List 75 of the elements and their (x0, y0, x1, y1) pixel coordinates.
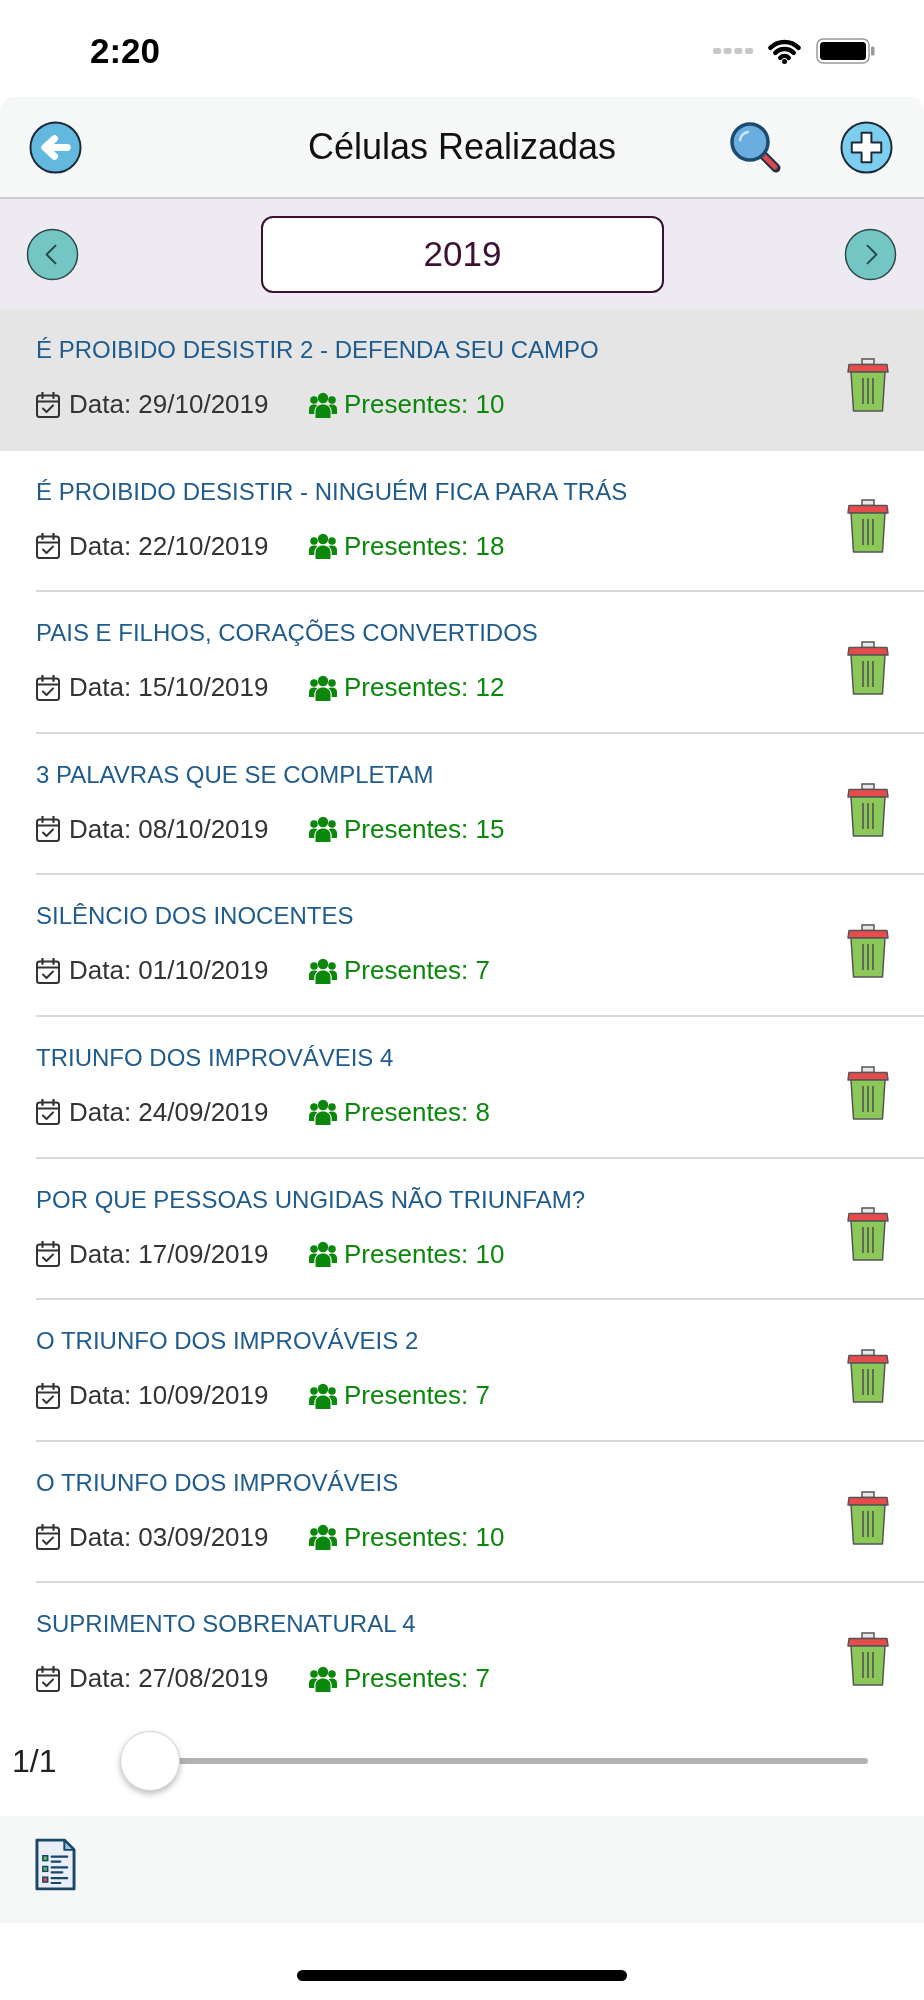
calendar-check-icon (36, 1524, 60, 1551)
search-icon[interactable] (728, 120, 782, 174)
people-icon (309, 674, 337, 701)
attendance-count: Presentes: 10 (344, 389, 505, 420)
attendance-count: Presentes: 7 (344, 955, 490, 987)
people-icon (309, 1241, 337, 1268)
meeting-title: É PROIBIDO DESISTIR 2 - DEFENDA SEU CAMPO (36, 335, 599, 364)
calendar-check-icon (36, 1382, 60, 1409)
meeting-date: Data: 29/10/2019 (69, 389, 269, 420)
add-icon[interactable] (840, 120, 893, 174)
trash-icon[interactable] (847, 1632, 889, 1687)
clock-time: 2:20 (90, 33, 161, 68)
meeting-date: Data: 03/09/2019 (69, 1521, 269, 1553)
trash-icon[interactable] (847, 924, 889, 979)
meeting-date: Data: 10/09/2019 (69, 1380, 269, 1412)
meeting-date: Data: 01/10/2019 (69, 955, 269, 987)
trash-icon[interactable] (847, 1490, 889, 1545)
people-icon (309, 1524, 337, 1551)
document-list-icon[interactable] (35, 1837, 76, 1891)
people-icon (309, 1099, 337, 1126)
attendance-count: Presentes: 18 (344, 530, 505, 562)
signal-icon (713, 47, 753, 54)
attendance-count: Presentes: 7 (344, 1663, 490, 1695)
calendar-check-icon (36, 957, 60, 984)
meeting-date: Data: 22/10/2019 (69, 530, 269, 562)
attendance-count: Presentes: 12 (344, 672, 505, 704)
meeting-date: Data: 08/10/2019 (69, 813, 269, 845)
people-icon (309, 1382, 337, 1409)
left-chevron-icon[interactable] (26, 227, 79, 281)
calendar-check-icon (36, 674, 60, 701)
calendar-check-icon (36, 391, 60, 418)
people-icon (309, 391, 337, 418)
attendance-count: Presentes: 15 (344, 813, 505, 845)
calendar-check-icon (36, 816, 60, 843)
meeting-title: 3 PALAVRAS QUE SE COMPLETAM (36, 759, 434, 789)
meeting-date: Data: 15/10/2019 (69, 672, 269, 704)
battery-icon (816, 37, 875, 64)
trash-icon[interactable] (847, 1207, 889, 1262)
trash-icon[interactable] (847, 1348, 889, 1403)
trash-icon[interactable] (847, 357, 889, 412)
people-icon (309, 957, 337, 984)
year-selector[interactable]: 2019 (261, 215, 664, 293)
people-icon (309, 816, 337, 843)
calendar-check-icon (36, 1099, 60, 1126)
meeting-title: PAIS E FILHOS, CORAÇÕES CONVERTIDOS (36, 618, 538, 648)
people-icon (309, 1665, 337, 1692)
attendance-count: Presentes: 8 (344, 1096, 490, 1128)
slider-thumb[interactable] (120, 1731, 181, 1792)
meeting-title: O TRIUNFO DOS IMPROVÁVEIS (36, 1467, 399, 1497)
attendance-count: Presentes: 7 (344, 1380, 490, 1412)
meeting-title: O TRIUNFO DOS IMPROVÁVEIS 2 (36, 1326, 419, 1356)
wifi-icon (767, 37, 802, 64)
page-counter: 1/1 (12, 1745, 57, 1778)
calendar-check-icon (36, 1241, 60, 1268)
meeting-title: TRIUNFO DOS IMPROVÁVEIS 4 (36, 1042, 394, 1072)
slider-track[interactable] (120, 1731, 869, 1792)
meeting-title: POR QUE PESSOAS UNGIDAS NÃO TRIUNFAM? (36, 1184, 585, 1214)
attendance-count: Presentes: 10 (344, 1238, 505, 1270)
page-title: Células Realizadas (307, 126, 617, 168)
calendar-check-icon (36, 533, 60, 560)
list-row[interactable]: É PROIBIDO DESISTIR 2 - DEFENDA SEU CAMPO Data: 29/10/2019 Presentes: 10 (0, 309, 924, 451)
meeting-title: SILÊNCIO DOS INOCENTES (36, 901, 354, 931)
calendar-check-icon (36, 1665, 60, 1692)
trash-icon[interactable] (847, 641, 889, 695)
meeting-date: Data: 24/09/2019 (69, 1096, 269, 1128)
meeting-title: SUPRIMENTO SOBRENATURAL 4 (36, 1609, 416, 1639)
trash-icon[interactable] (847, 782, 889, 837)
people-icon (309, 533, 337, 560)
meeting-date: Data: 27/08/2019 (69, 1663, 269, 1695)
attendance-count: Presentes: 10 (344, 1521, 505, 1553)
meeting-title: É PROIBIDO DESISTIR - NINGUÉM FICA PARA TRÁS (36, 476, 628, 506)
trash-icon[interactable] (847, 499, 889, 554)
trash-icon[interactable] (847, 1065, 889, 1120)
right-chevron-icon[interactable] (844, 227, 897, 281)
meeting-date: Data: 17/09/2019 (69, 1238, 269, 1270)
